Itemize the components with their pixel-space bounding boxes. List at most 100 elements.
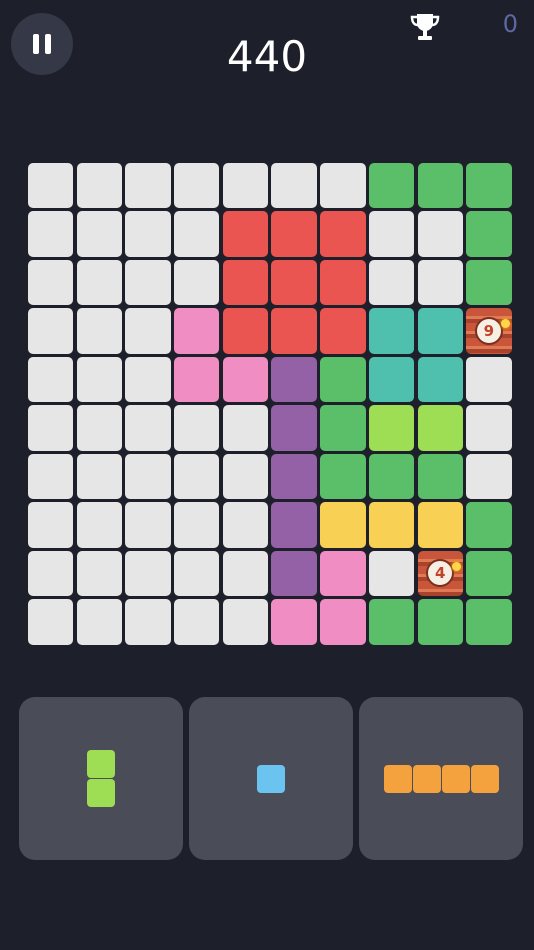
empty-cell [417, 211, 463, 257]
empty-cell [222, 550, 269, 597]
filled-cell [466, 259, 512, 306]
filled-cell [271, 356, 317, 403]
empty-cell [174, 405, 220, 451]
empty-cell [271, 163, 317, 209]
filled-cell [466, 211, 512, 257]
filled-cell [417, 599, 463, 645]
empty-cell [28, 211, 74, 257]
empty-cell [368, 211, 415, 257]
empty-cell [222, 163, 269, 209]
filled-cell [368, 599, 415, 645]
filled-cell [320, 211, 366, 257]
empty-cell [76, 259, 123, 306]
piece-block [441, 764, 470, 793]
filled-cell [417, 405, 463, 451]
empty-cell [28, 308, 74, 354]
filled-cell [320, 405, 366, 451]
empty-cell [222, 599, 269, 645]
empty-cell [174, 453, 220, 500]
empty-cell [125, 163, 171, 209]
piece-block [87, 750, 115, 778]
empty-cell [28, 502, 74, 548]
empty-cell [125, 259, 171, 306]
fuse-spark-icon [500, 319, 510, 329]
empty-cell [76, 211, 123, 257]
filled-cell [271, 211, 317, 257]
filled-cell [466, 163, 512, 209]
empty-cell [76, 599, 123, 645]
filled-cell [417, 356, 463, 403]
filled-cell [368, 405, 415, 451]
filled-cell [174, 356, 220, 403]
filled-cell [466, 550, 512, 597]
filled-cell [320, 259, 366, 306]
piece-block [470, 764, 499, 793]
filled-cell [222, 356, 269, 403]
filled-cell [368, 502, 415, 548]
piece-tray-slot-3[interactable] [359, 697, 523, 860]
empty-cell [76, 308, 123, 354]
filled-cell [271, 502, 317, 548]
empty-cell [125, 599, 171, 645]
trophy-icon [410, 14, 440, 40]
piece-block [412, 764, 441, 793]
filled-cell [320, 599, 366, 645]
bomb-icon: 9 [466, 308, 512, 354]
empty-cell [28, 259, 74, 306]
piece-block [87, 779, 115, 807]
empty-cell [417, 259, 463, 306]
empty-cell [368, 259, 415, 306]
empty-cell [466, 453, 512, 500]
filled-cell [368, 453, 415, 500]
filled-cell [320, 550, 366, 597]
empty-cell [28, 405, 74, 451]
empty-cell [76, 405, 123, 451]
filled-cell [417, 453, 463, 500]
bomb-countdown: 4 [426, 559, 455, 588]
empty-cell [28, 163, 74, 209]
bomb-icon: 4 [417, 550, 463, 597]
filled-cell [320, 356, 366, 403]
bomb-countdown: 9 [474, 317, 503, 346]
filled-cell [271, 259, 317, 306]
empty-cell [125, 308, 171, 354]
empty-cell [222, 502, 269, 548]
empty-cell [76, 502, 123, 548]
filled-cell [417, 502, 463, 548]
filled-cell [320, 453, 366, 500]
fuse-spark-icon [451, 561, 461, 571]
empty-cell [466, 356, 512, 403]
empty-cell [76, 356, 123, 403]
piece-tray-slot-2[interactable] [189, 697, 353, 860]
empty-cell [222, 405, 269, 451]
filled-cell [271, 308, 317, 354]
bomb-block: 9 [466, 308, 512, 354]
empty-cell [174, 259, 220, 306]
empty-cell [174, 163, 220, 209]
empty-cell [28, 356, 74, 403]
empty-cell [466, 405, 512, 451]
empty-cell [76, 163, 123, 209]
piece-tray-slot-1[interactable] [19, 697, 183, 860]
empty-cell [125, 405, 171, 451]
game-board[interactable]: 94 [28, 163, 514, 647]
filled-cell [174, 308, 220, 354]
empty-cell [125, 356, 171, 403]
filled-cell [320, 502, 366, 548]
piece-block [257, 764, 285, 793]
empty-cell [320, 163, 366, 209]
current-score: 440 [226, 32, 308, 81]
empty-cell [76, 550, 123, 597]
filled-cell [222, 308, 269, 354]
filled-cell [417, 163, 463, 209]
empty-cell [174, 502, 220, 548]
filled-cell [466, 502, 512, 548]
filled-cell [222, 211, 269, 257]
best-score: 0 [502, 10, 518, 38]
empty-cell [125, 502, 171, 548]
empty-cell [28, 599, 74, 645]
empty-cell [368, 550, 415, 597]
filled-cell [417, 308, 463, 354]
empty-cell [28, 550, 74, 597]
filled-cell [368, 356, 415, 403]
